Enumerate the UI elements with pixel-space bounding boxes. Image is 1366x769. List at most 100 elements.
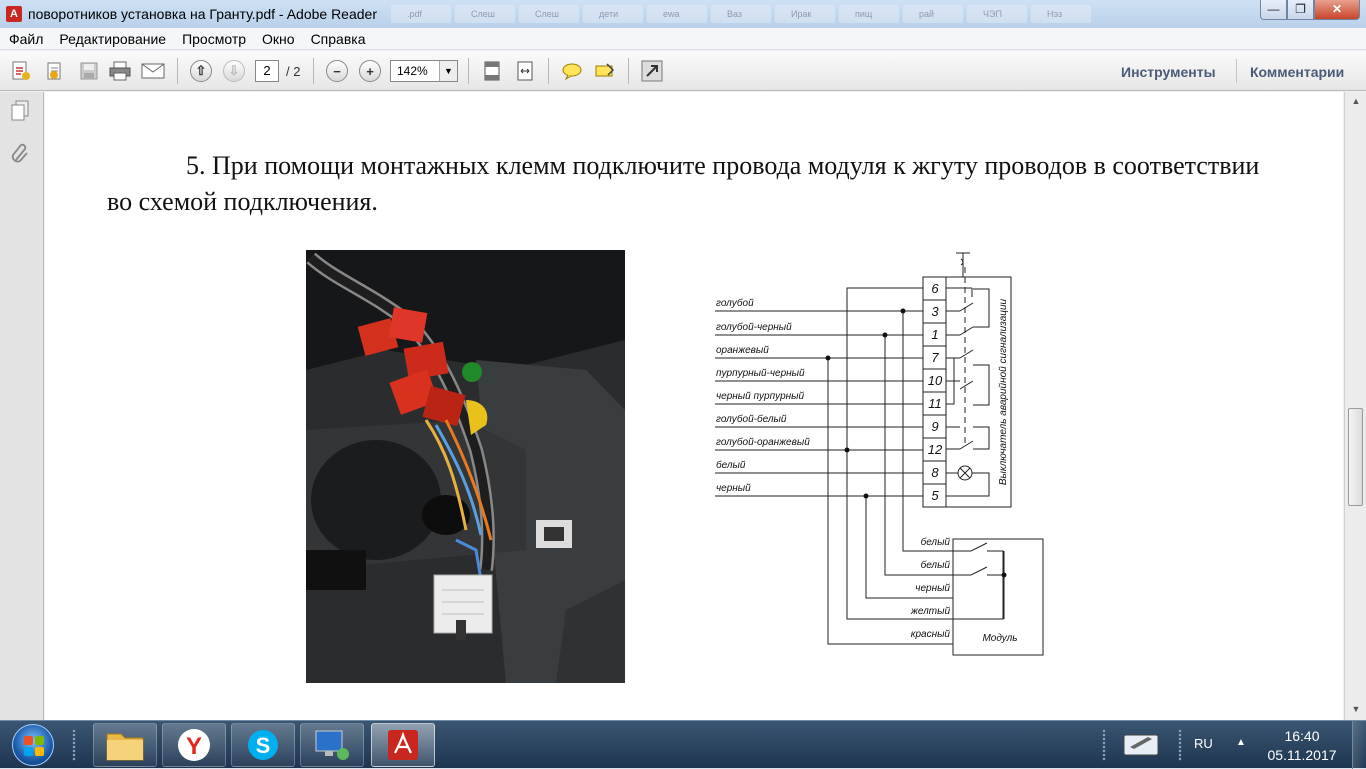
monitor-network-icon [315,730,349,760]
previous-page-button[interactable]: ⇧ [188,59,214,83]
plus-icon: + [359,60,381,82]
title-bar[interactable]: A поворотников установка на Гранту.pdf -… [0,0,1366,28]
arrow-down-icon: ⇩ [223,60,245,82]
tools-pane-link[interactable]: Инструменты [1121,64,1216,80]
pin-number: 8 [931,465,939,480]
scroll-down-icon[interactable]: ▼ [1349,704,1363,718]
zoom-in-button[interactable]: + [357,59,383,83]
page-number-input[interactable]: 2 [255,60,279,82]
yandex-icon: Y [178,729,210,761]
close-button[interactable]: ✕ [1314,0,1360,20]
background-tab: дети [583,5,643,23]
vertical-scrollbar[interactable]: ▲ ▼ [1344,92,1366,720]
action-center-icon[interactable] [1122,731,1160,757]
email-icon[interactable] [140,59,166,83]
highlight-text-icon[interactable] [592,59,618,83]
background-tab: Ирак [775,5,835,23]
zoom-select[interactable]: 142% ▼ [390,60,458,82]
pin-number: 1 [931,327,938,342]
wire-label: белый [716,459,746,471]
switch-label: Выключатель аварийной сигнализации [998,298,1009,485]
background-tab: ewa [647,5,707,23]
toolbar-separator [468,58,469,84]
background-tab: Слеш [455,5,515,23]
pin-number: 7 [931,350,939,365]
edit-file-icon[interactable] [42,59,68,83]
taskbar: Y S RU ▲ 16:40 05.11.2017 [0,720,1366,769]
adobe-reader-window: A поворотников установка на Гранту.pdf -… [0,0,1366,720]
module-wire-label: желтый [910,606,950,617]
toolbar-separator [177,58,178,84]
menu-view[interactable]: Просмотр [173,31,253,47]
skype-task-button[interactable]: S [231,723,295,767]
clock[interactable]: 16:40 05.11.2017 [1262,727,1342,765]
taskbar-grip [1102,729,1106,761]
windows-logo-icon [24,736,44,756]
adobe-reader-task-button[interactable] [371,723,435,767]
menu-edit[interactable]: Редактирование [50,31,173,47]
wire-label: голубой-черный [716,321,792,333]
wire-label: оранжевый [716,345,769,356]
yandex-browser-task-button[interactable]: Y [162,723,226,767]
wire-label: черный пурпурный [716,391,804,402]
comments-pane-link[interactable]: Комментарии [1250,64,1344,80]
module-wire-label: белый [921,559,951,571]
fit-page-button[interactable] [479,59,505,83]
taskbar-grip [1178,729,1182,761]
window-title: поворотников установка на Гранту.pdf - A… [28,6,377,22]
full-screen-button[interactable] [639,59,665,83]
clock-date: 05.11.2017 [1267,747,1337,763]
menu-bar: Файл Редактирование Просмотр Окно Справк… [0,28,1366,50]
menu-help[interactable]: Справка [302,31,373,47]
pin-number: 5 [931,488,939,503]
wiring-diagram: голубой голубой-черный оранжевый пурпурн… [715,252,1044,656]
background-tab: ЧЭП [967,5,1027,23]
show-hidden-icons-icon[interactable]: ▲ [1236,737,1246,748]
page-thumbnails-icon[interactable] [10,100,30,122]
save-icon[interactable] [76,59,102,83]
scroll-thumb[interactable] [1348,408,1363,506]
skype-icon: S [248,730,278,760]
minimize-button[interactable]: — [1260,0,1287,20]
explorer-task-button[interactable] [93,723,157,767]
toolbar-separator [1236,59,1237,83]
toolbar-separator [548,58,549,84]
pin-number: 9 [931,419,938,434]
print-icon[interactable] [107,59,133,83]
pin-number: 12 [928,442,943,457]
background-tab: Ваз [711,5,771,23]
minus-icon: − [326,60,348,82]
menu-window[interactable]: Окно [253,31,302,47]
taskbar-grip [72,729,76,761]
page-total: / 2 [286,64,301,79]
restore-button[interactable]: ❐ [1287,0,1314,20]
toolbar: ⇧ ⇩ 2 / 2 − + 142% ▼ Инструменты Коммент [0,51,1366,91]
wire-label: черный [716,483,751,494]
pdf-file-icon: A [6,6,22,22]
document-view[interactable]: 5. При помощи монтажных клемм подключите… [45,92,1343,720]
attachments-icon[interactable] [10,142,30,164]
module-wire-label: красный [911,629,951,640]
zoom-out-button[interactable]: − [324,59,350,83]
create-pdf-icon[interactable] [8,59,34,83]
background-tab: .pdf [391,5,451,23]
start-button[interactable] [12,724,54,766]
installation-photo [306,250,625,683]
next-page-button[interactable]: ⇩ [221,59,247,83]
pin-number: 6 [931,281,939,296]
language-indicator[interactable]: RU [1194,736,1213,751]
zoom-value: 142% [397,64,428,78]
chevron-down-icon[interactable]: ▼ [439,61,457,81]
background-tab: пищ [839,5,899,23]
sticky-note-icon[interactable] [559,59,585,83]
scroll-up-icon[interactable]: ▲ [1349,96,1363,110]
adobe-reader-icon [388,730,418,760]
show-desktop-button[interactable] [1352,721,1366,769]
wire-label: голубой [716,297,754,309]
folder-icon [106,733,144,761]
remote-desktop-task-button[interactable] [300,723,364,767]
background-tab: Нэз [1031,5,1091,23]
menu-file[interactable]: Файл [0,31,50,47]
fit-width-button[interactable] [512,59,538,83]
module-wire-label: белый [921,536,951,548]
